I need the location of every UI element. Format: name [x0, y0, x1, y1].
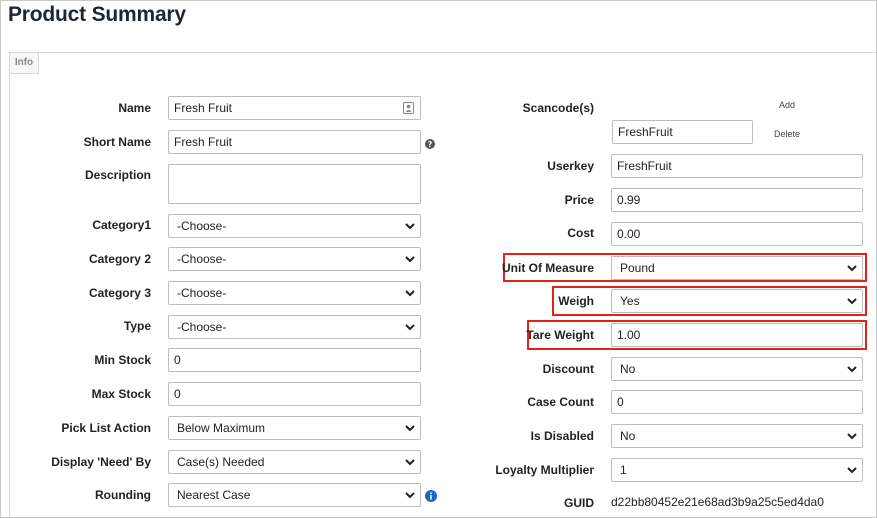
tare-weight-input[interactable]: 1.00	[611, 323, 863, 347]
is-disabled-label: Is Disabled	[530, 429, 594, 443]
pick-list-action-select[interactable]: Below Maximum	[168, 416, 421, 440]
chevron-down-icon	[405, 459, 415, 466]
weigh-select[interactable]: Yes	[611, 289, 863, 313]
type-select[interactable]: -Choose-	[168, 315, 421, 339]
chevron-down-icon	[405, 425, 415, 432]
category1-value: -Choose-	[177, 219, 227, 233]
short-name-label: Short Name	[83, 135, 151, 149]
weigh-label: Weigh	[558, 294, 594, 308]
is-disabled-select[interactable]: No	[611, 424, 863, 448]
chevron-down-icon	[405, 290, 415, 297]
unit-of-measure-select[interactable]: Pound	[611, 256, 863, 280]
category1-label: Category1	[92, 218, 151, 232]
name-label: Name	[118, 101, 151, 115]
guid-value: d22bb80452e21e68ad3b9a25c5ed4da0	[611, 495, 824, 509]
chevron-down-icon	[405, 223, 415, 230]
max-stock-input[interactable]: 0	[168, 382, 421, 406]
category3-label: Category 3	[88, 286, 151, 300]
product-summary-window: Product Summary Info Name Fresh Fruit Sh…	[0, 0, 877, 518]
contact-card-icon[interactable]	[403, 102, 414, 114]
tare-weight-label: Tare Weight	[526, 328, 594, 342]
chevron-down-icon	[847, 265, 857, 272]
unit-of-measure-value: Pound	[620, 261, 655, 275]
chevron-down-icon	[847, 467, 857, 474]
discount-select[interactable]: No	[611, 357, 863, 381]
case-count-label: Case Count	[527, 395, 594, 409]
description-label: Description	[84, 168, 151, 182]
info-icon[interactable]	[425, 490, 437, 502]
price-input[interactable]: 0.99	[611, 188, 863, 212]
category2-select[interactable]: -Choose-	[168, 247, 421, 271]
loyalty-multiplier-select[interactable]: 1	[611, 458, 863, 482]
pick-list-action-label: Pick List Action	[61, 421, 151, 435]
userkey-input[interactable]: FreshFruit	[611, 154, 863, 178]
case-count-input[interactable]: 0	[611, 390, 863, 414]
category3-select[interactable]: -Choose-	[168, 281, 421, 305]
cost-input[interactable]: 0.00	[611, 222, 863, 246]
chevron-down-icon	[847, 298, 857, 305]
category1-select[interactable]: -Choose-	[168, 214, 421, 238]
max-stock-label: Max Stock	[91, 387, 151, 401]
description-textarea[interactable]	[168, 164, 421, 204]
page-title: Product Summary	[8, 3, 186, 26]
category2-label: Category 2	[88, 252, 151, 266]
category3-value: -Choose-	[177, 286, 227, 300]
add-scancode-link[interactable]: Add	[779, 100, 795, 110]
chevron-down-icon	[405, 492, 415, 499]
rounding-value: Nearest Case	[177, 488, 251, 502]
help-icon[interactable]: ?	[425, 139, 435, 149]
scancodes-label: Scancode(s)	[522, 101, 594, 115]
pick-list-action-value: Below Maximum	[177, 421, 266, 435]
unit-of-measure-label: Unit Of Measure	[501, 261, 594, 275]
name-input[interactable]: Fresh Fruit	[168, 96, 421, 120]
discount-value: No	[620, 362, 636, 376]
rounding-select[interactable]: Nearest Case	[168, 483, 421, 507]
type-value: -Choose-	[177, 320, 227, 334]
is-disabled-value: No	[620, 429, 636, 443]
chevron-down-icon	[405, 256, 415, 263]
tab-info[interactable]: Info	[9, 53, 39, 74]
category2-value: -Choose-	[177, 252, 227, 266]
svg-text:?: ?	[428, 140, 433, 149]
delete-scancode-link[interactable]: Delete	[774, 129, 800, 139]
display-need-by-label: Display 'Need' By	[51, 455, 151, 469]
cost-label: Cost	[567, 226, 594, 240]
display-need-by-select[interactable]: Case(s) Needed	[168, 450, 421, 474]
scancode-input[interactable]: FreshFruit	[612, 120, 753, 144]
name-value: Fresh Fruit	[174, 101, 233, 115]
price-label: Price	[564, 193, 594, 207]
rounding-label: Rounding	[95, 488, 151, 502]
display-need-by-value: Case(s) Needed	[177, 455, 265, 469]
userkey-label: Userkey	[547, 159, 594, 173]
guid-label: GUID	[564, 496, 594, 510]
short-name-input[interactable]: Fresh Fruit	[168, 130, 421, 154]
chevron-down-icon	[847, 366, 857, 373]
min-stock-input[interactable]: 0	[168, 348, 421, 372]
weigh-value: Yes	[620, 294, 640, 308]
chevron-down-icon	[405, 324, 415, 331]
type-label: Type	[123, 319, 151, 333]
loyalty-multiplier-label: Loyalty Multiplier	[495, 463, 594, 477]
min-stock-label: Min Stock	[94, 353, 151, 367]
chevron-down-icon	[847, 433, 857, 440]
discount-label: Discount	[542, 362, 594, 376]
loyalty-multiplier-value: 1	[620, 463, 627, 477]
tab-divider	[8, 52, 876, 53]
